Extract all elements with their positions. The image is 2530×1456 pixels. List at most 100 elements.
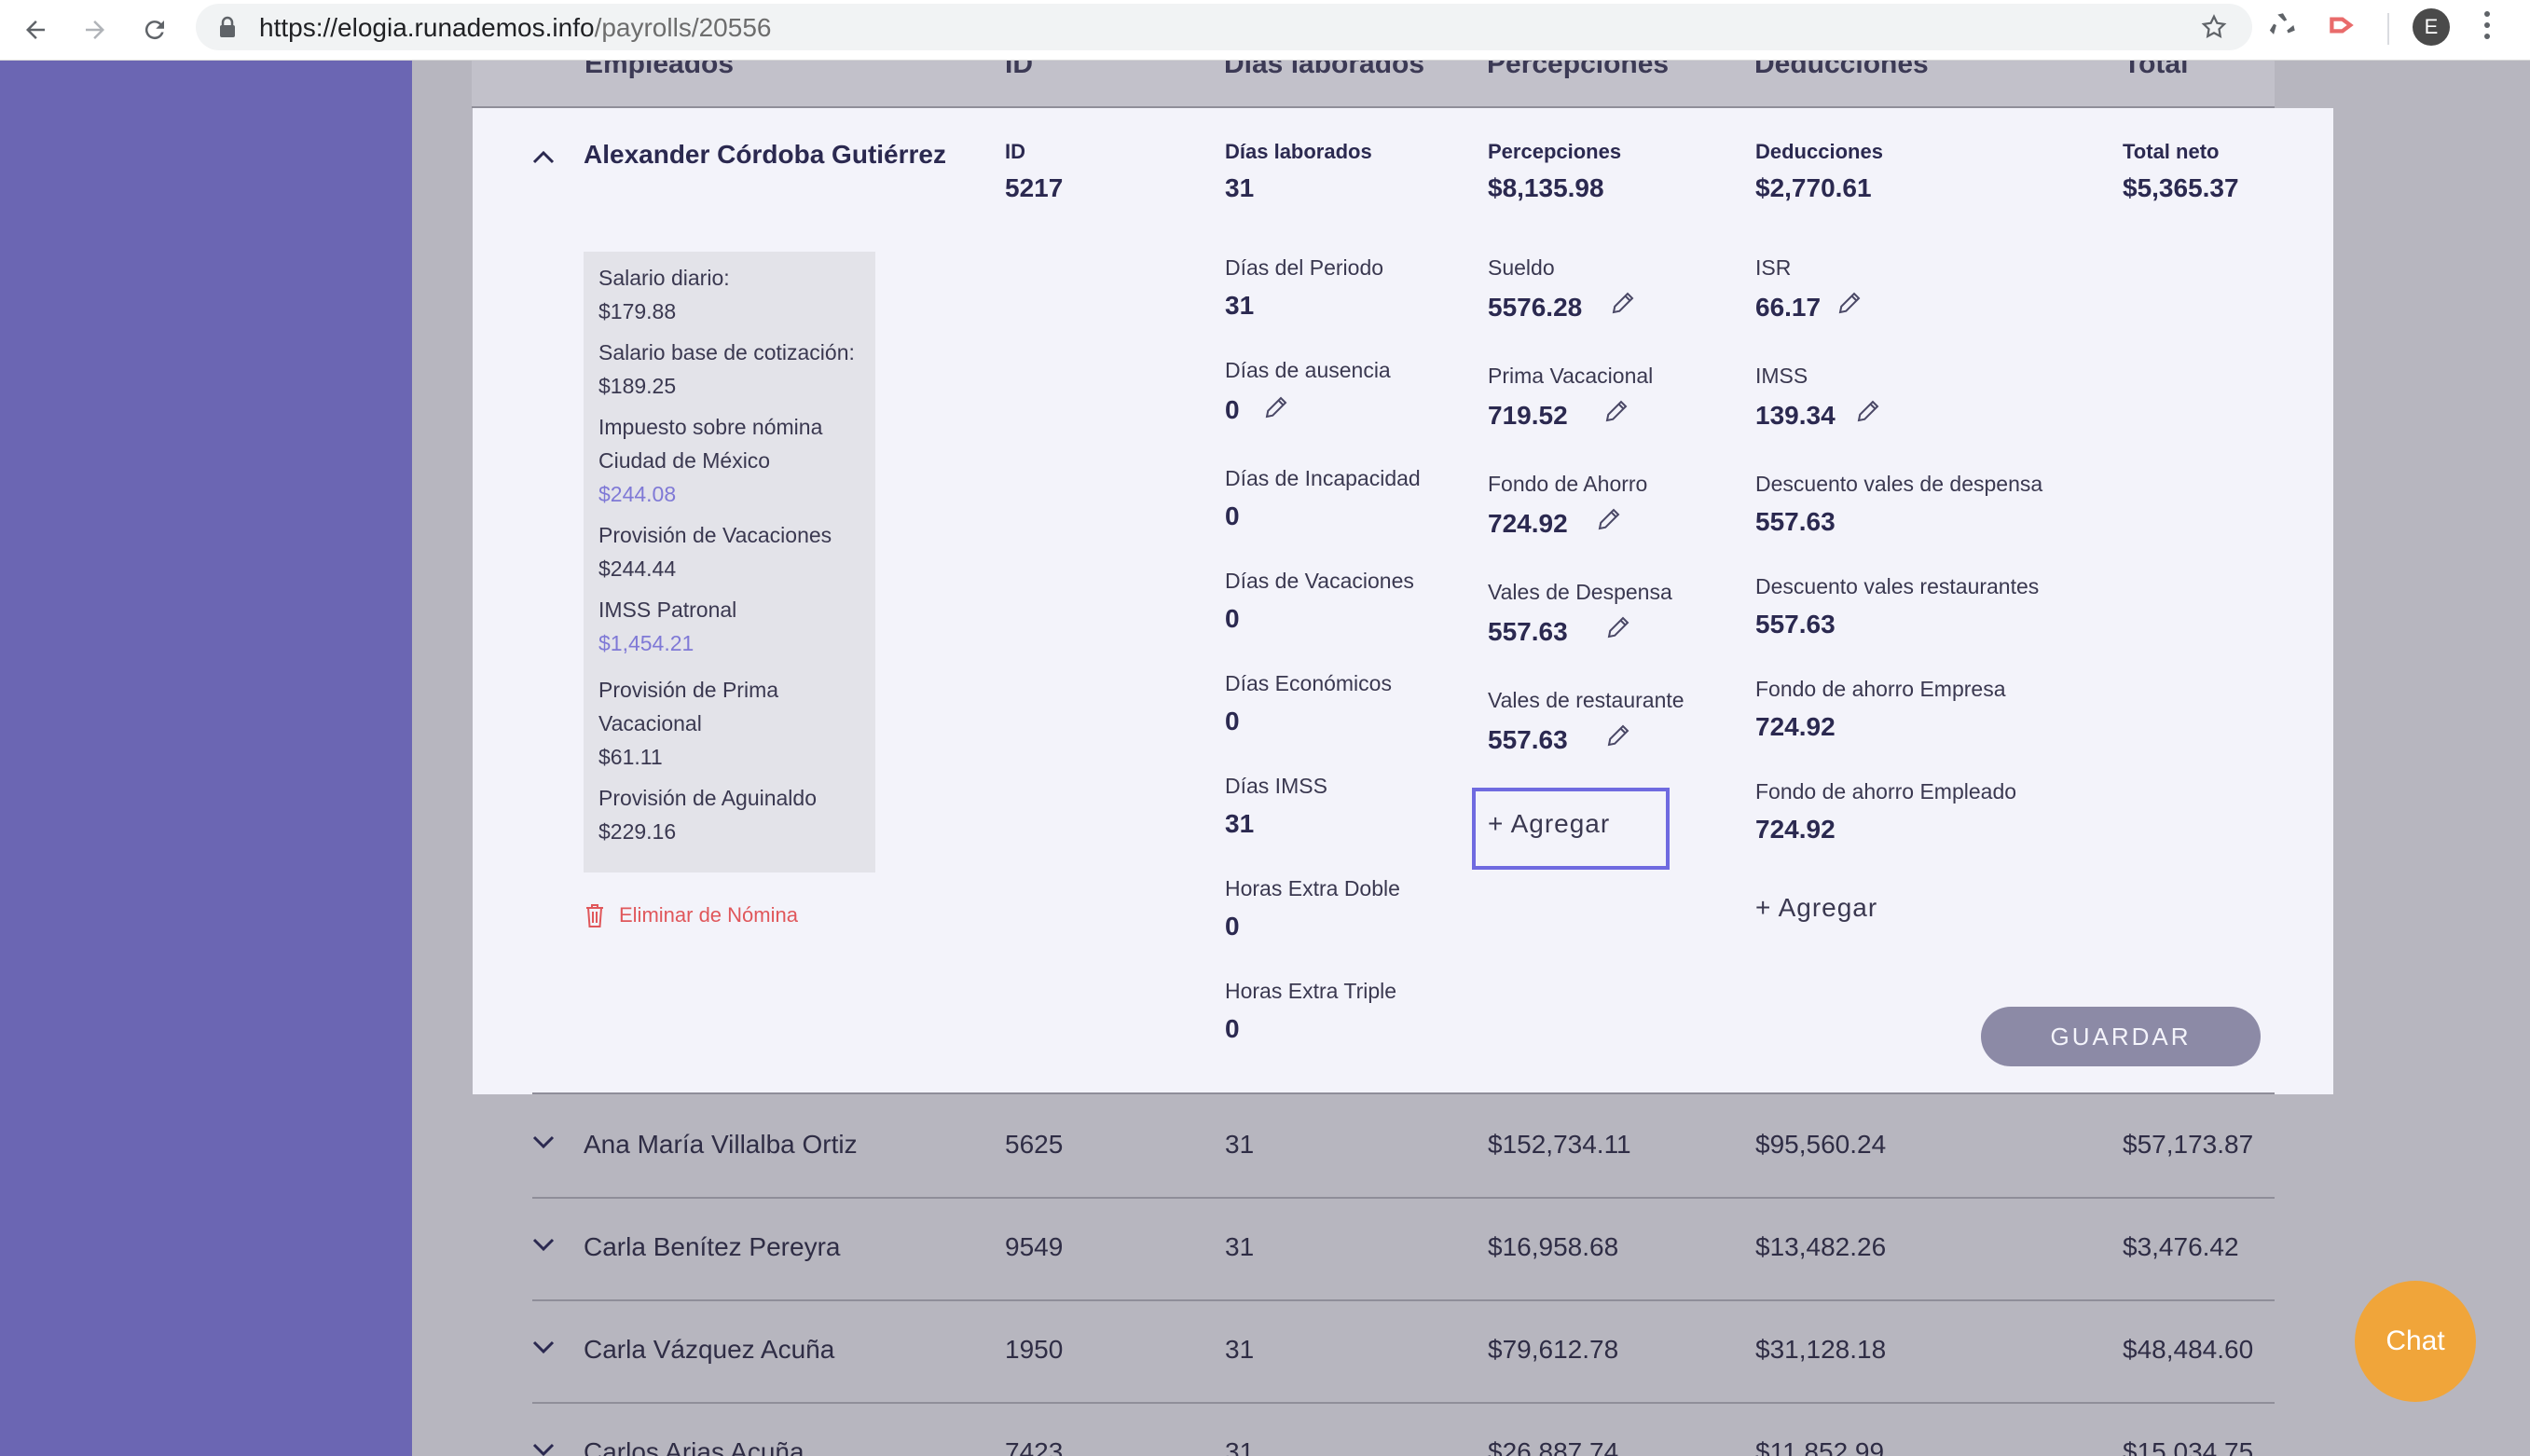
overtime-double-value: 0	[1225, 912, 1240, 941]
perception-vacation-premium-value: 719.52	[1488, 401, 1568, 430]
header-total: Total	[2124, 60, 2189, 79]
save-button[interactable]: GUARDAR	[1981, 1007, 2261, 1066]
info-value-link[interactable]: $244.08	[598, 477, 869, 511]
sidebar	[0, 60, 412, 1456]
summary-id-value: 5217	[1005, 173, 1064, 202]
trash-icon	[586, 904, 603, 927]
add-perception-button[interactable]: + Agregar	[1488, 809, 1610, 839]
info-vacation-premium-provision: Provisión de Prima Vacacional $61.11	[598, 673, 832, 774]
row-days: 31	[1225, 1130, 1255, 1159]
expanded-employee-row: Alexander Córdoba Gutiérrez ID 5217 Días…	[473, 108, 2333, 1094]
profile-avatar[interactable]: E	[2413, 8, 2450, 46]
row-perceptions: $16,958.68	[1488, 1232, 1619, 1261]
edit-pencil-icon[interactable]	[1854, 397, 1882, 425]
perception-grocery-vouchers-value: 557.63	[1488, 617, 1568, 646]
info-label: Salario base de cotización:	[598, 340, 855, 364]
arrow-left-icon	[26, 21, 45, 39]
edit-pencil-icon[interactable]	[1604, 613, 1632, 641]
chevron-down-icon[interactable]	[532, 1238, 555, 1253]
row-deductions: $11,852.99	[1755, 1437, 1885, 1456]
header-deductions: Deducciones	[1754, 60, 1929, 79]
reload-icon	[144, 21, 164, 40]
summary-deductions-label: Deducciones	[1755, 140, 1883, 163]
table-row[interactable]: Carlos Arias Acuña 7423 31 $26,887.74 $1…	[532, 1402, 2275, 1456]
row-total: $15,034.75	[2123, 1437, 2254, 1456]
days-period-value: 31	[1225, 291, 1255, 320]
remove-from-payroll-link[interactable]: Eliminar de Nómina	[584, 902, 798, 928]
table-row[interactable]: Carla Vázquez Acuña 1950 31 $79,612.78 $…	[532, 1299, 2275, 1404]
info-value: $189.25	[598, 374, 677, 398]
info-bonus-provision: Provisión de Aguinaldo $229.16	[598, 781, 817, 848]
perception-restaurant-vouchers-value: 557.63	[1488, 725, 1568, 754]
summary-days-value: 31	[1225, 173, 1255, 202]
overtime-triple-value: 0	[1225, 1014, 1240, 1043]
row-total: $3,476.42	[2123, 1232, 2239, 1261]
info-value-link[interactable]: $1,454.21	[598, 626, 736, 660]
back-button[interactable]	[13, 7, 58, 52]
edit-pencil-icon[interactable]	[1609, 289, 1637, 317]
edit-pencil-icon[interactable]	[1602, 397, 1630, 425]
address-bar[interactable]: https://elogia.runademos.info/payrolls/2…	[196, 4, 2252, 50]
header-days: Días laborados	[1224, 60, 1425, 79]
url-text: https://elogia.runademos.info/payrolls/2…	[259, 13, 772, 42]
deduction-grocery-value: 557.63	[1755, 507, 1836, 536]
deduction-isr-label: ISR	[1755, 255, 1792, 280]
info-value: $61.11	[598, 745, 663, 769]
perception-vacation-premium-label: Prima Vacacional	[1488, 364, 1654, 388]
screencast-extension-icon[interactable]	[2325, 9, 2358, 41]
row-name: Ana María Villalba Ortiz	[584, 1130, 858, 1159]
browser-menu-icon[interactable]	[2482, 11, 2493, 45]
row-deductions: $95,560.24	[1755, 1130, 1887, 1159]
edit-pencil-icon[interactable]	[1836, 289, 1863, 317]
chevron-down-icon[interactable]	[532, 1135, 555, 1150]
days-vacation-label: Días de Vacaciones	[1225, 569, 1414, 593]
chat-button[interactable]: Chat	[2355, 1281, 2476, 1402]
reload-button[interactable]	[132, 7, 177, 52]
row-deductions: $31,128.18	[1755, 1335, 1887, 1364]
bookmark-star-icon[interactable]	[2200, 13, 2228, 41]
info-label: Impuesto sobre nómina Ciudad de México	[598, 415, 823, 473]
chevron-down-icon[interactable]	[532, 1443, 555, 1456]
deduction-savings-employee-label: Fondo de ahorro Empleado	[1755, 779, 2017, 804]
row-deductions: $13,482.26	[1755, 1232, 1887, 1261]
perception-grocery-vouchers-label: Vales de Despensa	[1488, 580, 1672, 604]
table-row[interactable]: Ana María Villalba Ortiz 5625 31 $152,73…	[532, 1094, 2275, 1199]
chevron-up-icon[interactable]	[532, 149, 555, 164]
toolbar-divider	[2387, 13, 2389, 45]
chevron-down-icon[interactable]	[532, 1340, 555, 1355]
row-total: $48,484.60	[2123, 1335, 2254, 1364]
info-payroll-tax: Impuesto sobre nómina Ciudad de México $…	[598, 410, 869, 511]
info-daily-salary: Salario diario: $179.88	[598, 261, 730, 328]
row-perceptions: $152,734.11	[1488, 1130, 1631, 1159]
edit-pencil-icon[interactable]	[1604, 721, 1632, 749]
table-header: Empleados ID Días laborados Percepciones…	[472, 60, 2275, 108]
summary-perceptions-value: $8,135.98	[1488, 173, 1604, 202]
forward-button[interactable]	[73, 7, 117, 52]
recycle-extension-icon[interactable]	[2267, 9, 2299, 41]
deduction-imss-label: IMSS	[1755, 364, 1808, 388]
add-deduction-button[interactable]: + Agregar	[1755, 893, 1877, 923]
days-disability-value: 0	[1225, 501, 1240, 530]
info-imss-employer: IMSS Patronal $1,454.21	[598, 593, 736, 660]
info-label: IMSS Patronal	[598, 598, 737, 622]
browser-toolbar: https://elogia.runademos.info/payrolls/2…	[0, 0, 2530, 61]
row-perceptions: $79,612.78	[1488, 1335, 1619, 1364]
deduction-restaurant-value: 557.63	[1755, 610, 1836, 639]
info-value: $229.16	[598, 819, 677, 844]
deduction-savings-company-label: Fondo de ahorro Empresa	[1755, 677, 2006, 701]
row-name: Carlos Arias Acuña	[584, 1437, 804, 1456]
row-id: 1950	[1005, 1335, 1064, 1364]
row-id: 5625	[1005, 1130, 1064, 1159]
perception-savings-fund-value: 724.92	[1488, 509, 1568, 538]
info-vacation-provision: Provisión de Vacaciones $244.44	[598, 518, 832, 585]
row-id: 9549	[1005, 1232, 1064, 1261]
days-economic-value: 0	[1225, 707, 1240, 735]
edit-pencil-icon[interactable]	[1595, 505, 1623, 533]
perception-savings-fund-label: Fondo de Ahorro	[1488, 472, 1648, 496]
edit-pencil-icon[interactable]	[1262, 393, 1290, 421]
table-row[interactable]: Carla Benítez Pereyra 9549 31 $16,958.68…	[532, 1197, 2275, 1301]
deduction-imss-value: 139.34	[1755, 401, 1836, 430]
row-name: Carla Benítez Pereyra	[584, 1232, 841, 1261]
row-name: Carla Vázquez Acuña	[584, 1335, 835, 1364]
summary-total-value: $5,365.37	[2123, 173, 2239, 202]
